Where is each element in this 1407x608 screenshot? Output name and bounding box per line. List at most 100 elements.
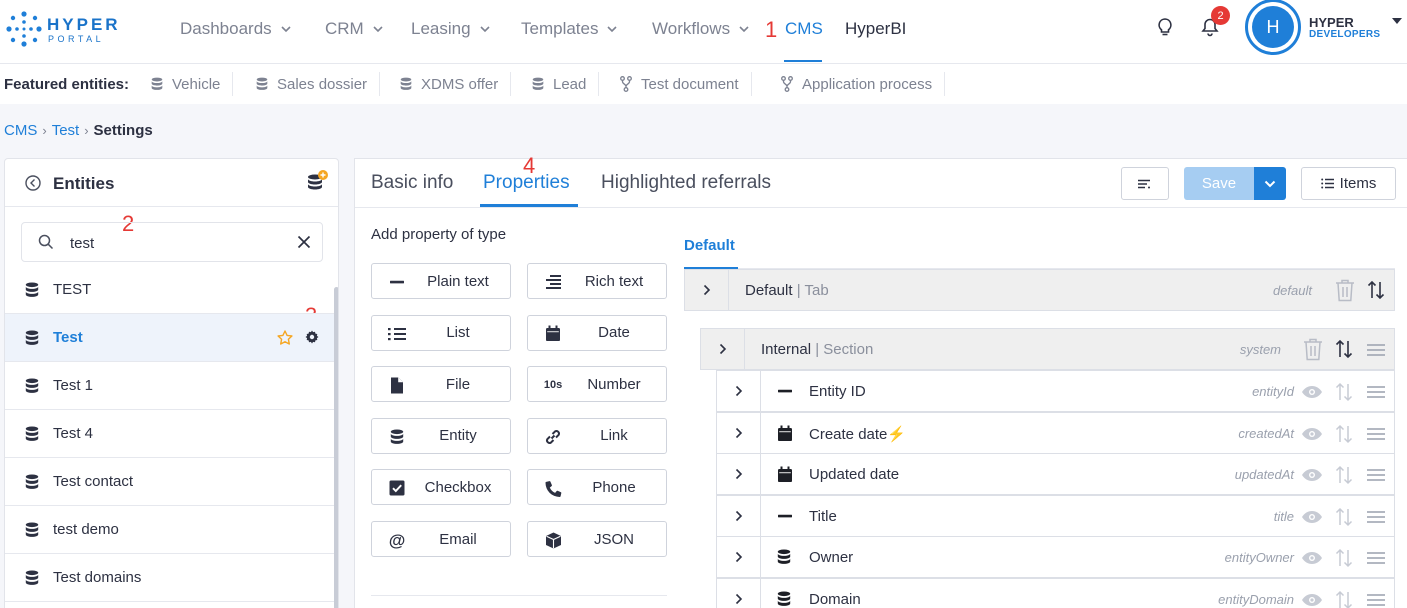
- visibility-eye-icon[interactable]: [1301, 427, 1323, 441]
- drag-handle-icon[interactable]: [1367, 344, 1385, 356]
- expand-toggle[interactable]: [717, 371, 761, 411]
- entity-list-item[interactable]: TEST: [5, 266, 335, 314]
- sort-icon[interactable]: [1335, 548, 1353, 568]
- nav-leasing[interactable]: Leasing: [411, 17, 491, 41]
- add-property-link-button[interactable]: Link: [527, 417, 667, 454]
- add-property-list-button[interactable]: List: [371, 314, 511, 351]
- visibility-eye-icon[interactable]: [1301, 468, 1323, 482]
- sort-icon[interactable]: [1367, 280, 1385, 300]
- property-row[interactable]: Title title: [716, 494, 1395, 537]
- property-row[interactable]: Domain entityDomain: [716, 577, 1395, 608]
- entity-list-item[interactable]: Test contact: [5, 458, 335, 506]
- entity-search[interactable]: [21, 222, 323, 262]
- user-name[interactable]: HYPER: [1309, 15, 1354, 30]
- sort-icon[interactable]: [1335, 465, 1353, 485]
- add-property-file-button[interactable]: File: [371, 366, 511, 403]
- nav-hyperbi[interactable]: HyperBI: [845, 17, 906, 41]
- add-property-json-button[interactable]: JSON: [527, 521, 667, 557]
- sort-icon[interactable]: [1335, 590, 1353, 608]
- add-property-date-button[interactable]: Date: [527, 314, 667, 351]
- property-row[interactable]: Owner entityOwner: [716, 536, 1395, 578]
- expand-toggle[interactable]: [701, 329, 745, 369]
- sort-icon[interactable]: [1335, 507, 1353, 527]
- featured-entity-item[interactable]: Sales dossier: [256, 72, 381, 96]
- add-property-email-button[interactable]: @ Email: [371, 521, 511, 557]
- expand-toggle[interactable]: [717, 495, 761, 536]
- search-input[interactable]: [70, 232, 290, 254]
- expand-toggle[interactable]: [717, 412, 761, 453]
- drag-handle-icon[interactable]: [1367, 552, 1385, 564]
- featured-entity-label: Application process: [802, 75, 933, 93]
- property-row[interactable]: Create date⚡ createdAt: [716, 411, 1395, 454]
- nav-cms[interactable]: CMS: [785, 17, 823, 41]
- drag-handle-icon[interactable]: [1367, 510, 1385, 523]
- sort-icon[interactable]: [1335, 382, 1353, 402]
- add-property-rich-text-button[interactable]: Rich text: [527, 263, 667, 299]
- property-row[interactable]: Updated date updatedAt: [716, 453, 1395, 495]
- favorite-star-icon[interactable]: [277, 330, 293, 346]
- trash-icon[interactable]: [1335, 279, 1355, 302]
- checkbox-icon: [388, 479, 406, 497]
- user-organization[interactable]: DEVELOPERS: [1309, 29, 1380, 40]
- add-property-checkbox-button[interactable]: Checkbox: [371, 469, 511, 506]
- add-property-plain-text-button[interactable]: Plain text: [371, 263, 511, 299]
- drag-handle-icon[interactable]: [1367, 386, 1385, 398]
- save-button[interactable]: Save: [1184, 167, 1254, 200]
- nav-label: HyperBI: [845, 19, 907, 38]
- sort-icon[interactable]: [1335, 339, 1353, 359]
- items-button[interactable]: Items: [1301, 167, 1396, 200]
- add-entity-icon[interactable]: [305, 170, 329, 194]
- visibility-eye-icon[interactable]: [1301, 385, 1323, 399]
- expand-toggle[interactable]: [685, 270, 729, 310]
- nav-dashboards[interactable]: Dashboards: [180, 17, 292, 41]
- entity-list-item[interactable]: Test: [5, 314, 335, 362]
- logo[interactable]: HYPER PORTAL: [4, 9, 134, 49]
- featured-entity-item[interactable]: Vehicle: [151, 72, 234, 96]
- entity-list-item[interactable]: test demo: [5, 506, 335, 554]
- featured-entity-item[interactable]: Test document: [620, 72, 752, 96]
- expand-toggle[interactable]: [717, 454, 761, 494]
- visibility-eye-icon[interactable]: [1301, 510, 1323, 524]
- trash-icon[interactable]: [1303, 338, 1323, 361]
- entity-list-item[interactable]: Test 4: [5, 410, 335, 458]
- lightbulb-icon[interactable]: [1156, 17, 1174, 37]
- drag-handle-icon[interactable]: [1367, 427, 1385, 440]
- entity-list-item[interactable]: Test 1: [5, 362, 335, 410]
- breadcrumb-link-test[interactable]: Test: [52, 122, 80, 139]
- back-circle-icon[interactable]: [25, 175, 41, 191]
- property-row[interactable]: Entity ID entityId: [716, 370, 1395, 412]
- entity-list-item[interactable]: Test domains: [5, 554, 335, 602]
- featured-entity-item[interactable]: Application process: [781, 72, 946, 96]
- expand-toggle[interactable]: [717, 578, 761, 608]
- nav-workflows[interactable]: Workflows: [652, 17, 750, 41]
- dash-icon: [388, 273, 406, 291]
- avatar[interactable]: H: [1245, 0, 1301, 55]
- save-options-button[interactable]: [1254, 167, 1286, 200]
- featured-entity-item[interactable]: Lead: [532, 72, 600, 96]
- tab-highlighted-referrals[interactable]: Highlighted referrals: [601, 172, 771, 194]
- tree-tab-key: default: [1272, 283, 1312, 298]
- tab-basic-info[interactable]: Basic info: [371, 172, 453, 194]
- visibility-eye-icon[interactable]: [1301, 551, 1323, 565]
- add-property-number-button[interactable]: 10s Number: [527, 366, 667, 403]
- nav-crm[interactable]: CRM: [325, 17, 384, 41]
- expand-toggle[interactable]: [717, 537, 761, 577]
- scrollbar[interactable]: [334, 287, 338, 608]
- breadcrumb-link-cms[interactable]: CMS: [4, 122, 37, 139]
- list-view-button[interactable]: [1121, 167, 1169, 200]
- sort-icon[interactable]: [1335, 424, 1353, 444]
- layout-tab-default[interactable]: Default: [684, 237, 735, 254]
- featured-entity-item[interactable]: XDMS offer: [400, 72, 512, 96]
- tree-section-row[interactable]: Internal | Section system: [700, 328, 1395, 370]
- drag-handle-icon[interactable]: [1367, 469, 1385, 481]
- visibility-eye-icon[interactable]: [1301, 593, 1323, 607]
- add-property-entity-button[interactable]: Entity: [371, 417, 511, 454]
- settings-gear-icon[interactable]: [305, 330, 319, 344]
- caret-down-icon[interactable]: [1392, 17, 1402, 25]
- tree-tab-row[interactable]: Default | Tab default: [684, 269, 1395, 311]
- add-property-phone-button[interactable]: Phone: [527, 469, 667, 506]
- calendar-icon: [544, 325, 562, 343]
- drag-handle-icon[interactable]: [1367, 593, 1385, 606]
- close-icon[interactable]: [297, 235, 311, 249]
- nav-templates[interactable]: Templates: [521, 17, 618, 41]
